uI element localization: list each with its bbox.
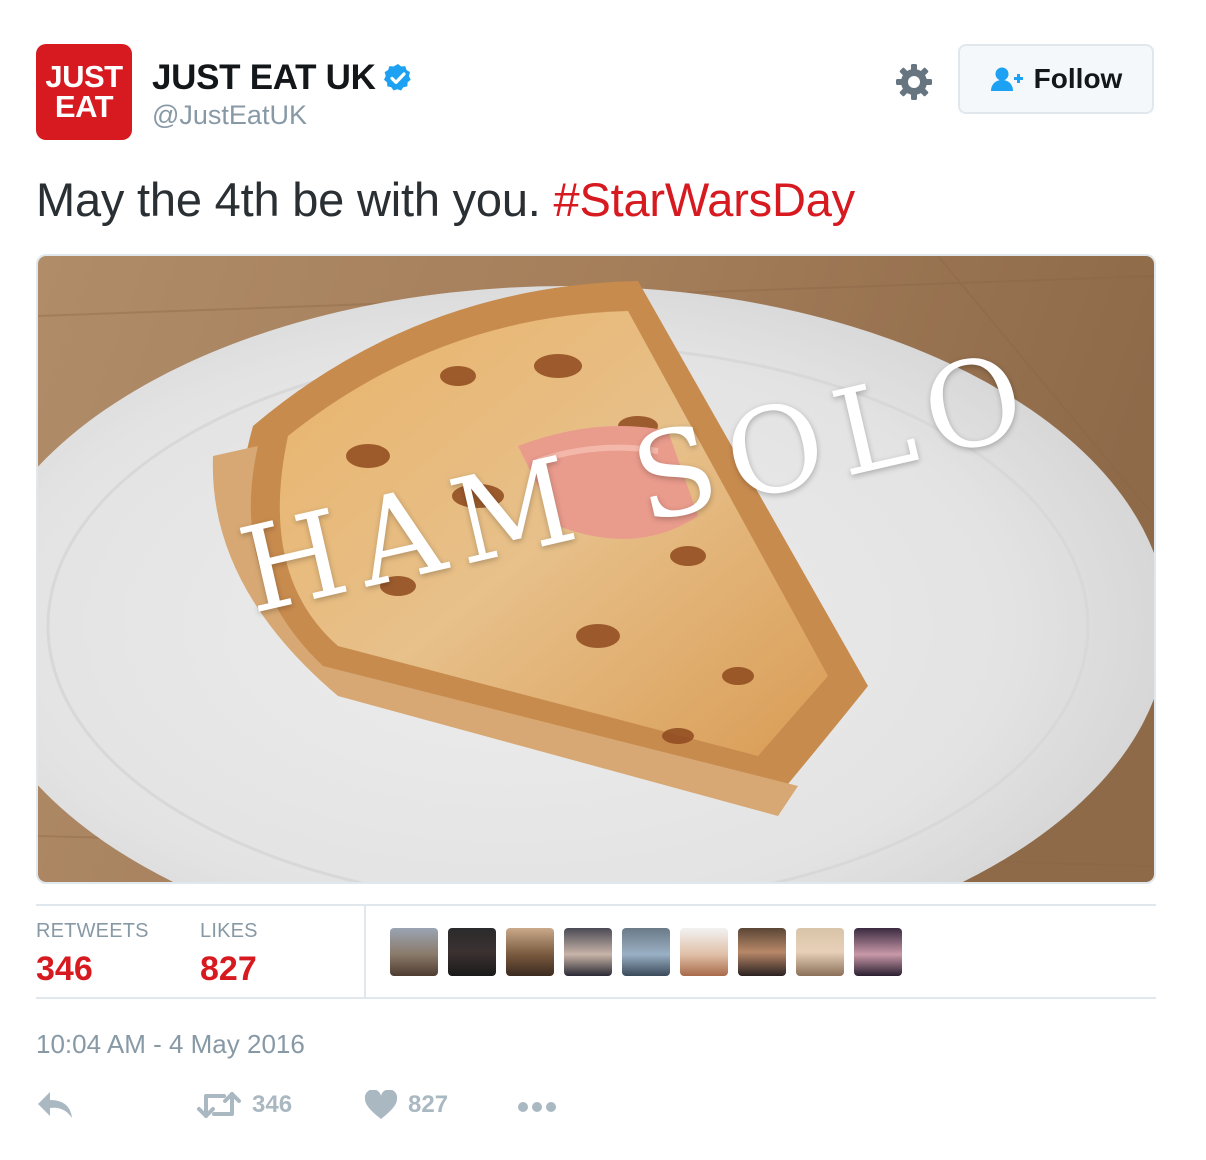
liker-avatar[interactable]: [738, 928, 786, 976]
liker-avatar[interactable]: [390, 928, 438, 976]
reply-button[interactable]: [36, 1090, 76, 1120]
liker-avatars: [390, 928, 902, 976]
logo-text-eat: EAT: [54, 89, 114, 124]
likes-label: LIKES: [200, 920, 258, 942]
like-count: 827: [408, 1091, 449, 1118]
stats-vertical-divider: [364, 906, 366, 998]
liker-avatar[interactable]: [796, 928, 844, 976]
liker-avatar[interactable]: [854, 928, 902, 976]
retweet-button[interactable]: 346: [196, 1090, 292, 1120]
heart-icon: [364, 1090, 398, 1119]
liker-avatar[interactable]: [680, 928, 728, 976]
follow-label: Follow: [1033, 63, 1123, 94]
like-button[interactable]: 827: [364, 1090, 448, 1120]
follow-person-icon: [990, 67, 1023, 91]
tweet-image[interactable]: HAM SOLO: [36, 254, 1156, 884]
stats-top-divider: [36, 904, 1156, 906]
logo-text-just: JUST: [45, 59, 123, 94]
profile-avatar[interactable]: JUST EAT: [36, 44, 132, 140]
retweet-icon: [197, 1092, 241, 1118]
retweets-count[interactable]: 346: [36, 950, 93, 989]
liker-avatar[interactable]: [622, 928, 670, 976]
more-icon: [518, 1102, 556, 1112]
more-button[interactable]: [516, 1090, 558, 1120]
stats-bottom-divider: [36, 997, 1156, 999]
retweet-count: 346: [252, 1091, 293, 1118]
liker-avatar[interactable]: [564, 928, 612, 976]
reply-icon: [38, 1092, 72, 1118]
verified-badge-icon: [383, 64, 411, 91]
gear-icon[interactable]: [894, 62, 934, 102]
follow-button[interactable]: Follow: [958, 44, 1154, 114]
liker-avatar[interactable]: [448, 928, 496, 976]
name-row: JUST EAT UK: [152, 58, 414, 98]
display-name[interactable]: JUST EAT UK: [152, 58, 376, 98]
tweet-body: May the 4th be with you.: [36, 173, 554, 226]
liker-avatar[interactable]: [506, 928, 554, 976]
user-handle[interactable]: @JustEatUK: [152, 100, 307, 131]
tweet-timestamp[interactable]: 10:04 AM - 4 May 2016: [36, 1029, 305, 1060]
hashtag-link[interactable]: #StarWarsDay: [554, 173, 856, 226]
tweet-text: May the 4th be with you. #StarWarsDay: [36, 172, 855, 227]
likes-count[interactable]: 827: [200, 950, 257, 989]
retweets-label: RETWEETS: [36, 920, 149, 942]
